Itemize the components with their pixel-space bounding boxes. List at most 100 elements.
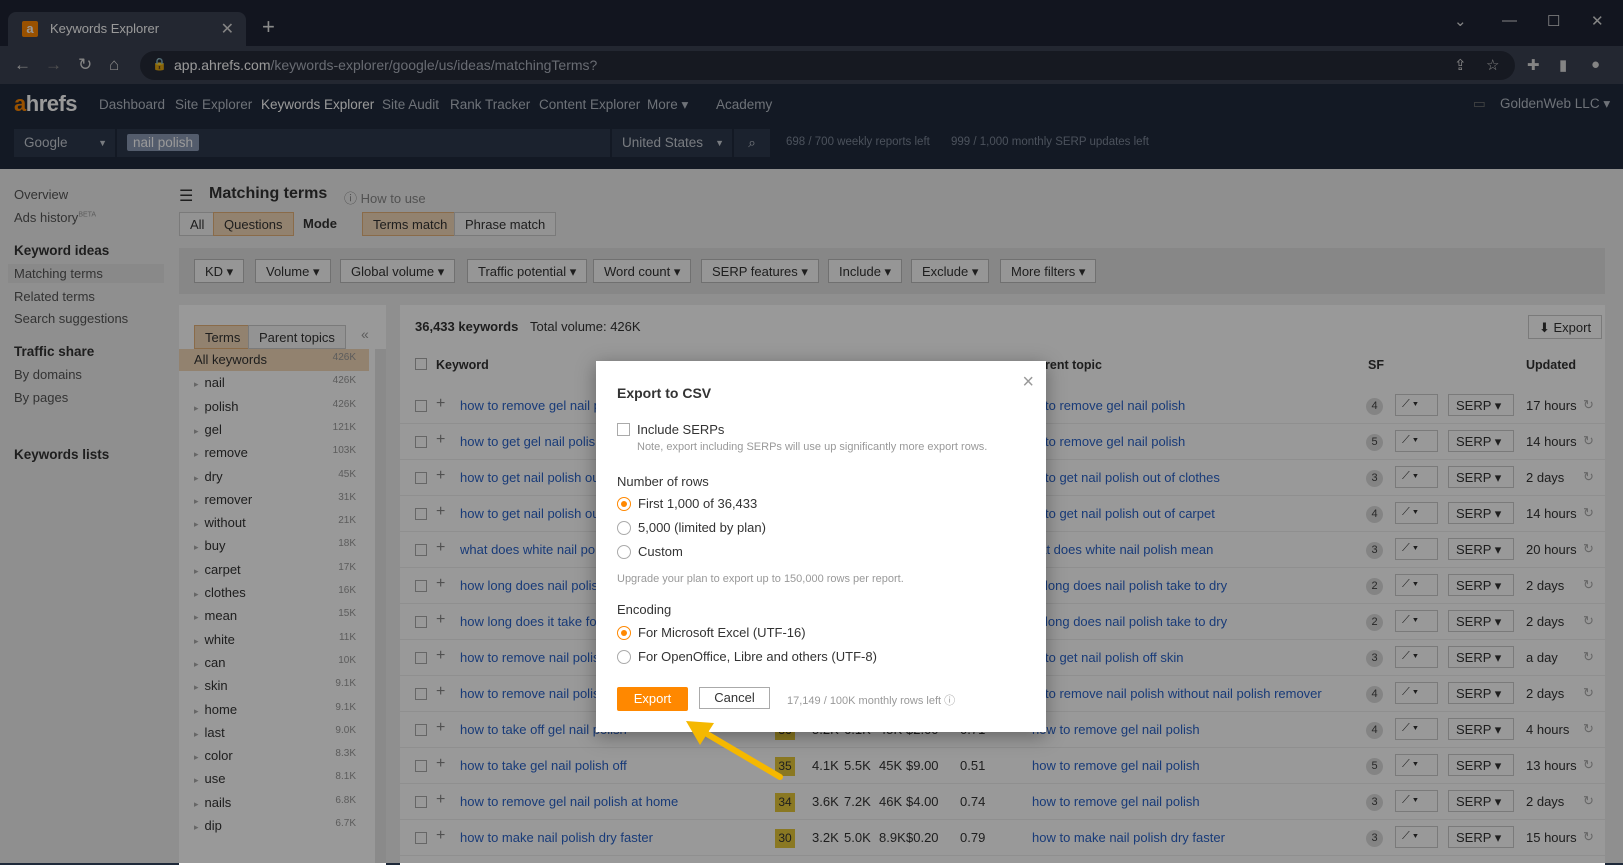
add-to-list-icon[interactable]: + — [436, 467, 445, 485]
expand-caret-icon[interactable]: ▸ — [194, 473, 199, 483]
trend-icon[interactable]: ⟋ ▾ — [1395, 646, 1438, 668]
serp-features-count[interactable]: 4 — [1366, 722, 1383, 739]
refresh-icon[interactable]: ↻ — [1583, 721, 1594, 737]
term-group-item[interactable]: ▸ buy 18K — [194, 538, 356, 553]
nav-site-audit[interactable]: Site Audit — [382, 97, 439, 112]
serp-dropdown[interactable]: SERP ▾ — [1448, 718, 1514, 740]
row-checkbox[interactable] — [415, 616, 427, 628]
term-group-item[interactable]: ▸ use 8.1K — [194, 771, 356, 786]
expand-caret-icon[interactable]: ▸ — [194, 752, 199, 762]
term-group-item[interactable]: ▸ dry 45K — [194, 469, 356, 484]
keyword-chip[interactable]: nail polish — [127, 134, 200, 151]
nav-academy[interactable]: Academy — [716, 97, 772, 112]
parent-topic-link[interactable]: w to get nail polish out of clothes — [1032, 470, 1220, 485]
sidebar-item-by-pages[interactable]: By pages — [14, 390, 68, 405]
keyword-link[interactable]: how to remove gel nail p — [460, 398, 601, 413]
keyword-link[interactable]: how to get nail polish ou — [460, 470, 599, 485]
row-checkbox[interactable] — [415, 832, 427, 844]
filter-kd[interactable]: KD ▾ — [194, 259, 245, 283]
close-icon[interactable]: × — [1022, 371, 1034, 394]
row-checkbox[interactable] — [415, 796, 427, 808]
rows-first-label[interactable]: First 1,000 of 36,433 — [638, 496, 757, 511]
trend-icon[interactable]: ⟋ ▾ — [1395, 754, 1438, 776]
trend-icon[interactable]: ⟋ ▾ — [1395, 394, 1438, 416]
row-checkbox[interactable] — [415, 760, 427, 772]
col-keyword[interactable]: Keyword — [436, 358, 489, 372]
trend-icon[interactable]: ⟋ ▾ — [1395, 574, 1438, 596]
serp-dropdown[interactable]: SERP ▾ — [1448, 682, 1514, 704]
rows-first-radio[interactable] — [617, 497, 631, 511]
row-checkbox[interactable] — [415, 724, 427, 736]
term-group-item[interactable]: ▸ without 21K — [194, 515, 356, 530]
parent-topic-link[interactable]: w long does nail polish take to dry — [1032, 614, 1227, 629]
keyword-link[interactable]: how to get gel nail polish — [460, 434, 602, 449]
expand-caret-icon[interactable]: ▸ — [194, 379, 199, 389]
refresh-icon[interactable]: ↻ — [1583, 469, 1594, 485]
parent-topic-link[interactable]: w to remove gel nail polish — [1032, 434, 1185, 449]
trend-icon[interactable]: ⟋ ▾ — [1395, 682, 1438, 704]
ahrefs-logo[interactable]: ahrefs — [14, 91, 78, 117]
refresh-icon[interactable]: ↻ — [1583, 757, 1594, 773]
expand-caret-icon[interactable]: ▸ — [194, 589, 199, 599]
side-panel-icon[interactable]: ▮ — [1559, 56, 1567, 74]
add-to-list-icon[interactable]: + — [436, 791, 445, 809]
row-checkbox[interactable] — [415, 580, 427, 592]
how-to-use-link[interactable]: ⓘ How to use — [344, 188, 426, 207]
term-group-item[interactable]: ▸ color 8.3K — [194, 748, 356, 763]
row-checkbox[interactable] — [415, 688, 427, 700]
serp-dropdown[interactable]: SERP ▾ — [1448, 502, 1514, 524]
sidebar-item-ads-history[interactable]: Ads historyBETA — [14, 210, 96, 225]
add-to-list-icon[interactable]: + — [436, 683, 445, 701]
expand-caret-icon[interactable]: ▸ — [194, 566, 199, 576]
filter-more[interactable]: More filters ▾ — [1000, 259, 1097, 283]
keyword-link[interactable]: how to remove gel nail polish at home — [460, 794, 678, 809]
term-group-item[interactable]: ▸ skin 9.1K — [194, 678, 356, 693]
browser-tab[interactable]: a Keywords Explorer ✕ — [8, 12, 246, 46]
row-checkbox[interactable] — [415, 472, 427, 484]
include-serps-label[interactable]: Include SERPs — [637, 422, 724, 437]
serp-features-count[interactable]: 5 — [1366, 434, 1383, 451]
trend-icon[interactable]: ⟋ ▾ — [1395, 430, 1438, 452]
term-group-item[interactable]: ▸ remover 31K — [194, 492, 356, 507]
term-group-item[interactable]: ▸ gel 121K — [194, 422, 356, 437]
reload-icon[interactable]: ↻ — [78, 55, 92, 75]
add-to-list-icon[interactable]: + — [436, 395, 445, 413]
parent-topic-link[interactable]: w long does nail polish take to dry — [1032, 578, 1227, 593]
expand-caret-icon[interactable]: ▸ — [194, 729, 199, 739]
filter-global-volume[interactable]: Global volume ▾ — [340, 259, 456, 283]
trend-icon[interactable]: ⟋ ▾ — [1395, 718, 1438, 740]
parent-topics-tab[interactable]: Parent topics — [248, 325, 346, 349]
encoding-utf8-radio[interactable] — [617, 650, 631, 664]
sidebar-item-related-terms[interactable]: Related terms — [14, 289, 95, 304]
refresh-icon[interactable]: ↻ — [1583, 685, 1594, 701]
col-sf[interactable]: SF — [1368, 358, 1384, 372]
rows-5000-radio[interactable] — [617, 521, 631, 535]
add-to-list-icon[interactable]: + — [436, 431, 445, 449]
term-group-item[interactable]: ▸ carpet 17K — [194, 562, 356, 577]
rows-5000-label[interactable]: 5,000 (limited by plan) — [638, 520, 766, 535]
extensions-icon[interactable]: ✚ — [1527, 56, 1540, 74]
row-checkbox[interactable] — [415, 400, 427, 412]
trend-icon[interactable]: ⟋ ▾ — [1395, 466, 1438, 488]
terms-scrollbar[interactable] — [375, 349, 386, 863]
add-to-list-icon[interactable]: + — [436, 719, 445, 737]
serp-features-count[interactable]: 4 — [1366, 506, 1383, 523]
expand-caret-icon[interactable]: ▸ — [194, 659, 199, 669]
refresh-icon[interactable]: ↻ — [1583, 505, 1594, 521]
filter-traffic-potential[interactable]: Traffic potential ▾ — [467, 259, 588, 283]
add-to-list-icon[interactable]: + — [436, 611, 445, 629]
expand-caret-icon[interactable]: ▸ — [194, 706, 199, 716]
maximize-icon[interactable]: ☐ — [1547, 12, 1560, 30]
menu-icon[interactable]: ☰ — [179, 186, 193, 206]
country-select[interactable]: United States ▼ — [612, 129, 732, 157]
filter-include[interactable]: Include ▾ — [828, 259, 903, 283]
close-window-icon[interactable]: ✕ — [1591, 12, 1604, 30]
filter-volume[interactable]: Volume ▾ — [255, 259, 331, 283]
term-group-item[interactable]: ▸ home 9.1K — [194, 702, 356, 717]
search-icon[interactable]: ⌕ — [734, 129, 770, 157]
term-group-item[interactable]: ▸ polish 426K — [194, 399, 356, 414]
forward-icon[interactable]: → — [45, 55, 62, 75]
parent-topic-link[interactable]: how to remove gel nail polish — [1032, 722, 1200, 737]
serp-features-count[interactable]: 3 — [1366, 794, 1383, 811]
serp-features-count[interactable]: 3 — [1366, 542, 1383, 559]
